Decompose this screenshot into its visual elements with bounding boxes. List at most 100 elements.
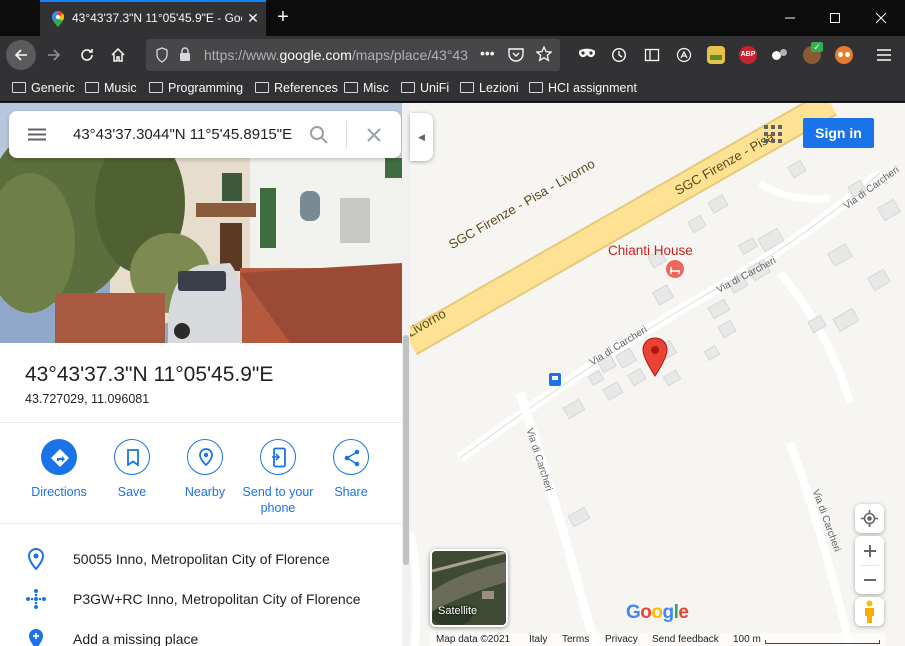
extension-owl-icon[interactable] [835, 46, 853, 64]
private-browsing-mask-icon[interactable] [578, 48, 596, 60]
country-link[interactable]: Italy [529, 634, 547, 645]
google-maps-favicon-icon [52, 11, 64, 27]
action-label: Directions [31, 485, 87, 499]
location-pin-icon [27, 548, 45, 570]
zoom-controls [855, 536, 884, 594]
action-label: Share [334, 485, 368, 499]
search-box[interactable]: 43°43'37.3044"N 11°5'45.8915"E [9, 111, 401, 158]
translate-icon[interactable] [676, 47, 692, 63]
home-button[interactable] [103, 40, 133, 70]
bookmark-folder-music[interactable]: Music [85, 81, 137, 95]
chevron-left-icon: ◀ [418, 132, 425, 142]
divider [0, 422, 402, 423]
minimize-button[interactable] [768, 0, 812, 36]
poi-label-chianti-house[interactable]: Chianti House [608, 243, 693, 258]
side-panel-scrollbar[interactable] [402, 103, 410, 646]
bookmark-folder-hci-assignment[interactable]: HCI assignment [529, 81, 637, 95]
bookmark-label: HCI assignment [548, 81, 637, 95]
bookmark-icon [114, 439, 150, 475]
hamburger-menu-icon[interactable] [877, 48, 891, 62]
search-divider [346, 121, 347, 149]
collapse-side-panel-button[interactable]: ◀ [410, 113, 433, 161]
scale-label[interactable]: 100 m [733, 634, 761, 645]
forward-button[interactable] [39, 40, 69, 70]
back-button[interactable] [6, 40, 36, 70]
tab-close-icon[interactable]: ✕ [243, 8, 263, 28]
action-label: Send to your phone [242, 485, 314, 515]
close-icon [875, 12, 887, 24]
terms-link[interactable]: Terms [562, 634, 589, 645]
share-button[interactable]: Share [313, 439, 389, 500]
plus-code-icon [26, 589, 46, 609]
browser-tab[interactable]: 43°43'37.3"N 11°05'45.9"E - Goo ✕ [40, 0, 266, 36]
search-input[interactable]: 43°43'37.3044"N 11°5'45.8915"E [73, 126, 297, 143]
add-missing-place-row[interactable]: Add a missing place [0, 620, 402, 646]
plus-code-row[interactable]: P3GW+RC Inno, Metropolitan City of Flore… [0, 580, 402, 620]
tracking-protection-shield-icon[interactable] [155, 47, 169, 63]
pegman-icon [865, 600, 874, 623]
my-location-button[interactable] [855, 504, 884, 533]
history-icon[interactable] [611, 47, 627, 63]
page-actions-icon[interactable]: ••• [480, 45, 495, 61]
extension-check-icon[interactable]: ✓ [803, 42, 823, 64]
url-path: /maps/place/43°43 [351, 47, 468, 63]
reload-icon [81, 48, 93, 61]
zoom-in-button[interactable] [855, 536, 884, 565]
clear-search-icon[interactable] [366, 127, 382, 143]
maximize-button[interactable] [813, 0, 857, 36]
extension-notes-icon[interactable] [707, 46, 725, 64]
send-feedback-link[interactable]: Send feedback [652, 634, 719, 645]
divider [0, 523, 402, 524]
scale-bar[interactable] [765, 640, 880, 644]
bookmark-folder-references[interactable]: References [255, 81, 338, 95]
tab-strip: 43°43'37.3"N 11°05'45.9"E - Goo ✕ + [0, 0, 905, 36]
hamburger-menu-icon[interactable] [28, 128, 46, 141]
bookmark-folder-lezioni[interactable]: Lezioni [460, 81, 519, 95]
url-text: https://www.google.com/maps/place/43°43 [204, 47, 474, 63]
bookmark-folder-unifi[interactable]: UniFi [401, 81, 449, 95]
tab-title: 43°43'37.3"N 11°05'45.9"E - Goo [72, 11, 242, 25]
bookmark-label: UniFi [420, 81, 450, 95]
zoom-out-button[interactable] [855, 565, 884, 594]
directions-button[interactable]: Directions [21, 439, 97, 500]
nearby-button[interactable]: Nearby [167, 439, 243, 500]
sidebar-icon[interactable] [644, 47, 660, 63]
home-icon [111, 47, 125, 62]
url-prefix: https://www. [204, 47, 280, 63]
map-data-attribution: Map data ©2021 [436, 634, 511, 645]
maximize-icon [830, 13, 840, 24]
action-label: Nearby [184, 485, 226, 499]
search-icon[interactable] [309, 125, 329, 145]
navigation-toolbar: https://www.google.com/maps/place/43°43 … [0, 36, 905, 74]
lock-icon[interactable] [179, 47, 191, 62]
street-view-pegman-button[interactable] [855, 597, 884, 626]
send-to-phone-button[interactable]: Send to your phone [240, 439, 316, 516]
satellite-layer-toggle[interactable]: Satellite [430, 549, 508, 627]
directions-icon [41, 439, 77, 475]
bookmark-folder-misc[interactable]: Misc [344, 81, 389, 95]
google-apps-grid-icon[interactable] [764, 125, 782, 143]
address-row[interactable]: 50055 Inno, Metropolitan City of Florenc… [0, 540, 402, 580]
bookmark-label: Misc [363, 81, 389, 95]
pocket-icon[interactable] [508, 47, 524, 62]
bookmark-star-icon[interactable] [536, 46, 552, 62]
extension-dots-icon[interactable] [771, 46, 789, 64]
bookmark-folder-programming[interactable]: Programming [149, 81, 243, 95]
adblock-plus-icon[interactable]: ABP [739, 46, 757, 64]
bookmark-folder-generic[interactable]: Generic [12, 81, 75, 95]
sign-in-button[interactable]: Sign in [803, 118, 874, 148]
bookmark-label: References [274, 81, 338, 95]
address-bar[interactable]: https://www.google.com/maps/place/43°43 … [146, 39, 560, 71]
close-window-button[interactable] [859, 0, 903, 36]
scrollbar-thumb[interactable] [403, 335, 409, 565]
add-missing-place-text: Add a missing place [73, 631, 199, 646]
reload-button[interactable] [72, 40, 102, 70]
folder-icon [149, 82, 163, 93]
page-content: 43°43'37.3044"N 11°5'45.8915"E 43°43'37.… [0, 103, 905, 646]
privacy-link[interactable]: Privacy [605, 634, 638, 645]
forward-arrow-icon [48, 49, 61, 61]
new-tab-button[interactable]: + [270, 4, 296, 30]
save-button[interactable]: Save [94, 439, 170, 500]
plus-code-text: P3GW+RC Inno, Metropolitan City of Flore… [73, 591, 361, 607]
folder-icon [529, 82, 543, 93]
